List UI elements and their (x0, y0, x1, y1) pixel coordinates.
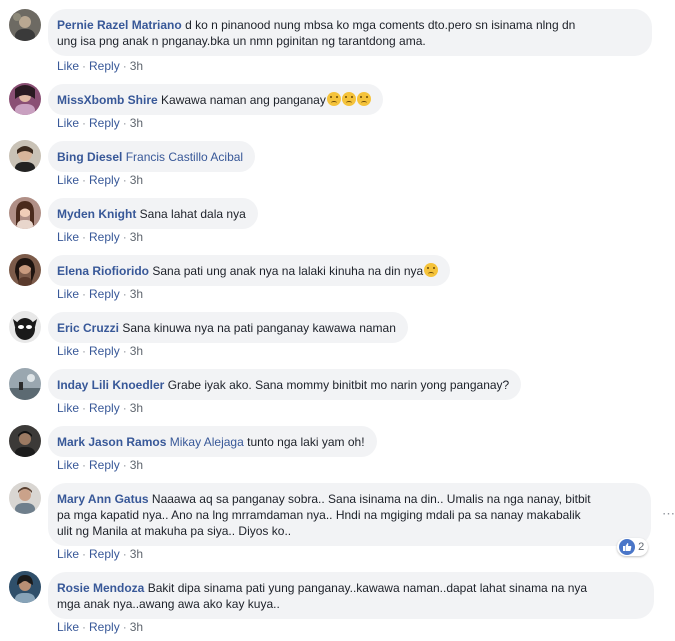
comment-bubble: Myden Knight Sana lahat dala nya (48, 198, 258, 229)
reply-button[interactable]: Reply (89, 287, 120, 301)
avatar[interactable] (9, 571, 41, 603)
comment-bubble: Inday Lili Knoedler Grabe iyak ako. Sana… (48, 369, 522, 400)
like-button[interactable]: Like (57, 287, 79, 301)
like-button[interactable]: Like (57, 116, 79, 130)
reply-button[interactable]: Reply (89, 458, 120, 472)
reply-button[interactable]: Reply (89, 620, 120, 634)
timestamp[interactable]: 3h (130, 59, 143, 73)
comment-bubble: Elena Riofiorido Sana pati ung anak nya … (48, 255, 451, 286)
comment-bubble: Mary Ann Gatus Naaawa aq sa panganay sob… (48, 483, 651, 546)
reply-button[interactable]: Reply (89, 173, 120, 187)
comment-author[interactable]: Elena Riofiorido (57, 264, 149, 278)
comment-author[interactable]: Bing Diesel (57, 150, 122, 164)
timestamp[interactable]: 3h (130, 173, 143, 187)
comment-author[interactable]: Mary Ann Gatus (57, 492, 149, 506)
avatar[interactable] (9, 9, 41, 41)
emoji-sad-icon (423, 263, 439, 278)
timestamp[interactable]: 3h (130, 547, 143, 561)
avatar[interactable] (9, 482, 41, 514)
like-button[interactable]: Like (57, 230, 79, 244)
reaction-count[interactable]: 2 (617, 538, 649, 556)
reply-button[interactable]: Reply (89, 230, 120, 244)
timestamp[interactable]: 3h (130, 401, 143, 415)
like-button[interactable]: Like (57, 173, 79, 187)
timestamp[interactable]: 3h (130, 116, 143, 130)
comment-text: ung isa png anak n pnganay.bka un nmn pg… (57, 34, 426, 48)
comment-bubble: MissXbomb Shire Kawawa naman ang pangana… (48, 84, 383, 115)
comment-text: Grabe iyak ako. Sana mommy binitbit mo n… (167, 378, 510, 392)
comment-text: Bakit dipa sinama pati yung panganay..ka… (147, 581, 588, 595)
avatar[interactable] (9, 311, 41, 343)
comment-author[interactable]: Myden Knight (57, 207, 136, 221)
comment-actions: Like · Reply · 3h (57, 173, 144, 187)
comment-author[interactable]: Rosie Mendoza (57, 581, 144, 595)
avatar[interactable] (9, 368, 41, 400)
comment-actions: Like · Reply · 3h (57, 458, 144, 472)
mention-tag[interactable]: Mikay Alejaga (170, 435, 244, 449)
emoji-sad-icon (326, 92, 371, 107)
comment-bubble: Pernie Razel Matriano d ko n pinanood nu… (48, 9, 652, 56)
reply-button[interactable]: Reply (89, 59, 120, 73)
comment-author[interactable]: Inday Lili Knoedler (57, 378, 164, 392)
comment-actions: Like · Reply · 3h (57, 287, 144, 301)
comment-text: Sana lahat dala nya (139, 207, 246, 221)
comment-text: Kawawa naman ang panganay (161, 93, 326, 107)
like-button[interactable]: Like (57, 458, 79, 472)
comment-actions: Like · Reply · 3h (57, 230, 144, 244)
like-button[interactable]: Like (57, 401, 79, 415)
comment-text: tunto nga laki yam oh! (247, 435, 365, 449)
timestamp[interactable]: 3h (130, 230, 143, 244)
comment-author[interactable]: MissXbomb Shire (57, 93, 158, 107)
comment-actions: Like · Reply · 3h (57, 116, 144, 130)
comment-actions: Like · Reply · 3h (57, 401, 144, 415)
like-button[interactable]: Like (57, 344, 79, 358)
reply-button[interactable]: Reply (89, 116, 120, 130)
comment-actions: Like · Reply · 3h (57, 344, 144, 358)
reply-button[interactable]: Reply (89, 344, 120, 358)
like-button[interactable]: Like (57, 547, 79, 561)
like-button[interactable]: Like (57, 59, 79, 73)
comment-actions: Like · Reply · 3h (57, 59, 144, 73)
avatar[interactable] (9, 254, 41, 286)
comment-text: Sana pati ung anak nya na lalaki kinuha … (152, 264, 424, 278)
mention-tag[interactable]: Francis Castillo Acibal (126, 150, 243, 164)
comment-text: d ko n pinanood nung mbsa ko mga coments… (185, 18, 576, 32)
comment-actions: Like · Reply · 3h (57, 620, 144, 634)
comment-text: ulit ng Manila at makuha pa siya.. Diyos… (57, 524, 292, 538)
avatar[interactable] (9, 425, 41, 457)
comment-bubble: Eric Cruzzi Sana kinuwa nya na pati pang… (48, 312, 408, 343)
comment-actions: Like · Reply · 3h (57, 547, 144, 561)
comment-bubble: Mark Jason Ramos Mikay Alejaga tunto nga… (48, 426, 377, 457)
reply-button[interactable]: Reply (89, 547, 120, 561)
comment-author[interactable]: Pernie Razel Matriano (57, 18, 182, 32)
avatar[interactable] (9, 140, 41, 172)
reply-button[interactable]: Reply (89, 401, 120, 415)
comment-text: pa mga kapatid nya.. Ano na lng mrramdam… (57, 508, 581, 522)
avatar[interactable] (9, 83, 41, 115)
like-button[interactable]: Like (57, 620, 79, 634)
more-options-icon[interactable]: ⋯ (662, 506, 675, 522)
timestamp[interactable]: 3h (130, 344, 143, 358)
thumbs-up-icon (619, 539, 635, 555)
comment-author[interactable]: Mark Jason Ramos (57, 435, 166, 449)
comment-bubble: Rosie Mendoza Bakit dipa sinama pati yun… (48, 572, 654, 619)
comment-text: mga anak nya..awang awa ako kay kuya.. (57, 597, 280, 611)
timestamp[interactable]: 3h (130, 458, 143, 472)
timestamp[interactable]: 3h (130, 287, 143, 301)
comment-text: Naaawa aq sa panganay sobra.. Sana isina… (151, 492, 591, 506)
comment-author[interactable]: Eric Cruzzi (57, 321, 119, 335)
comment-text: Sana kinuwa nya na pati panganay kawawa … (122, 321, 396, 335)
comment-bubble: Bing Diesel Francis Castillo Acibal (48, 141, 256, 172)
timestamp[interactable]: 3h (130, 620, 143, 634)
avatar[interactable] (9, 197, 41, 229)
reaction-count-text: 2 (638, 541, 645, 553)
